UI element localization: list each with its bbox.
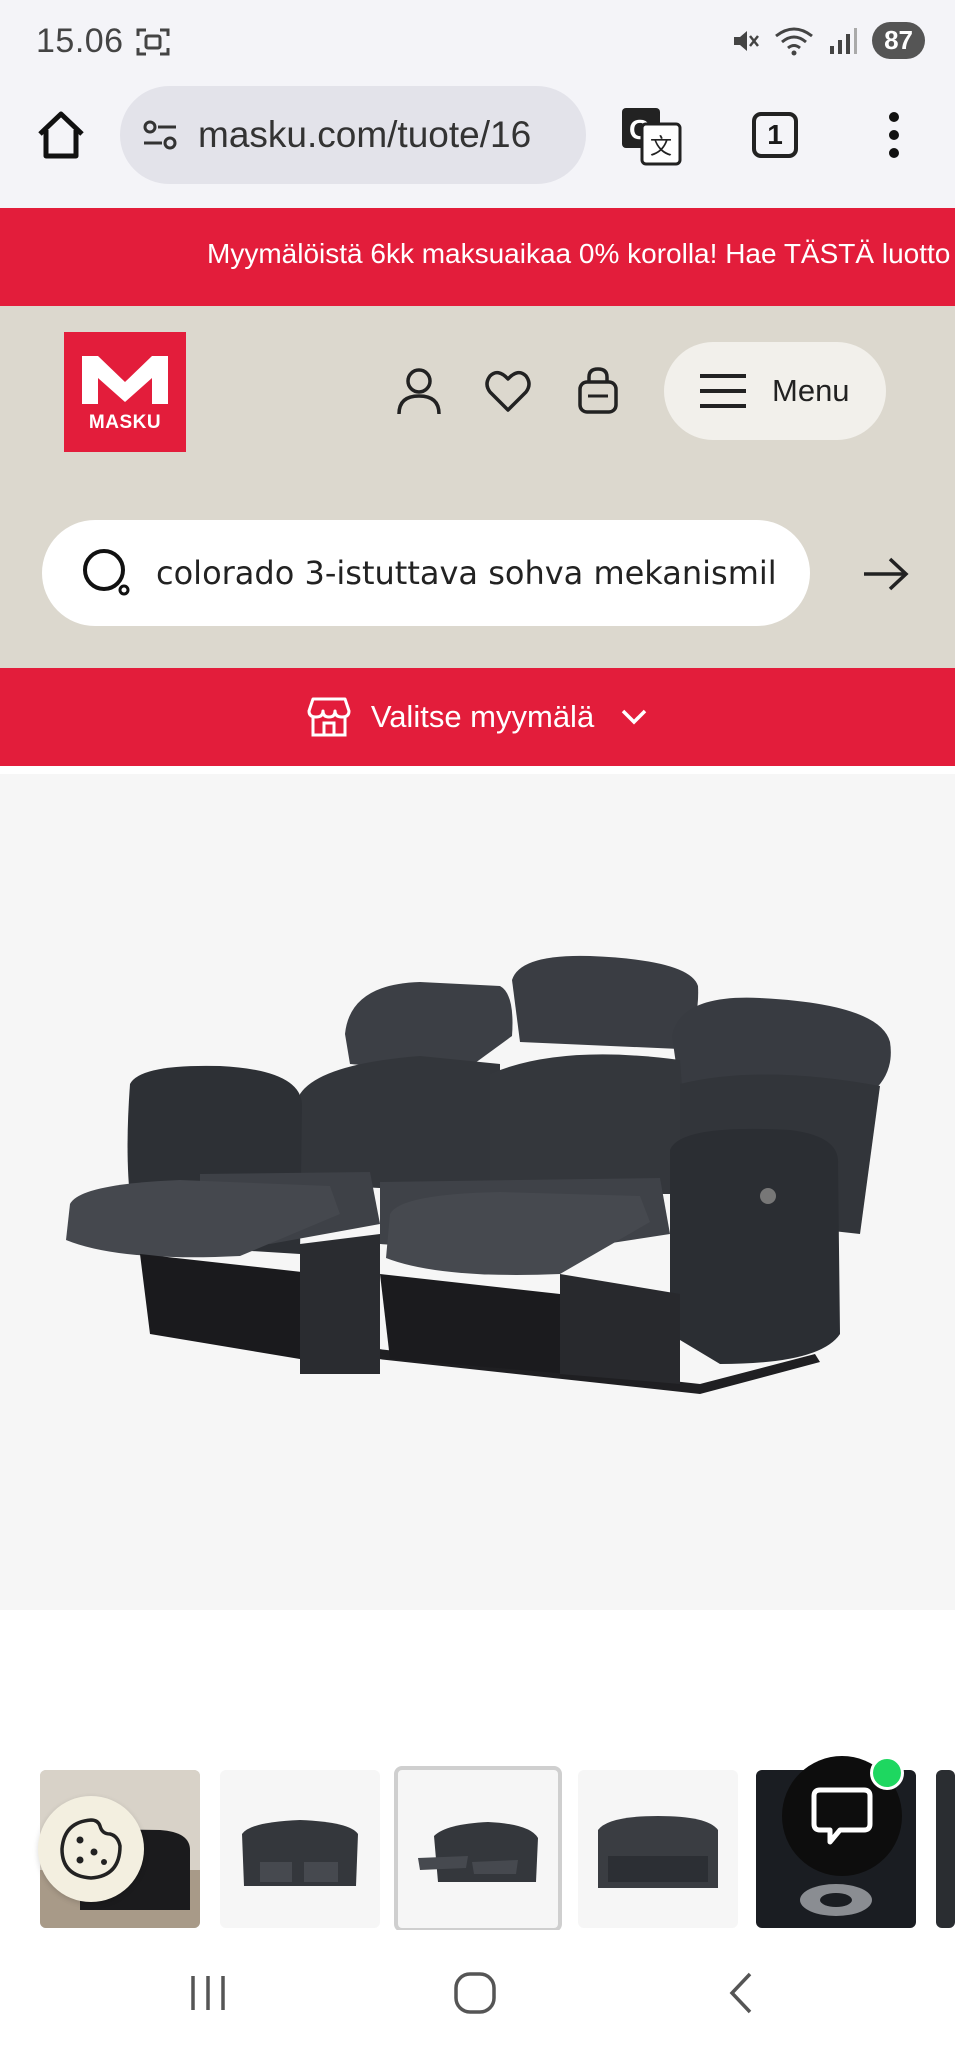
status-time: 15.06 — [36, 22, 124, 60]
recliner-sofa-image — [66, 955, 891, 1394]
svg-text:文: 文 — [650, 135, 672, 160]
thumbnail-image — [598, 1816, 718, 1888]
cookie-icon — [60, 1818, 122, 1880]
menu-button[interactable]: Menu — [664, 342, 886, 440]
chat-icon — [811, 1787, 873, 1845]
site-header: MASKU Menu — [0, 306, 955, 668]
screenshot-icon — [136, 28, 170, 56]
store-icon — [307, 697, 351, 737]
translate-icon[interactable]: G 文 — [620, 106, 682, 166]
search-input[interactable] — [156, 554, 810, 592]
search-icon — [83, 549, 130, 596]
cookie-settings-button[interactable] — [38, 1796, 144, 1902]
masku-logo[interactable]: MASKU — [64, 332, 186, 452]
heart-icon[interactable] — [484, 366, 532, 416]
search-box[interactable] — [42, 520, 810, 626]
thumbnail-6[interactable] — [936, 1770, 955, 1928]
hamburger-icon — [700, 374, 746, 408]
home-nav-icon[interactable] — [450, 1970, 500, 2016]
browser-toolbar: masku.com/tuote/16 G 文 1 — [0, 86, 955, 208]
back-icon[interactable] — [718, 1970, 768, 2016]
chevron-down-icon — [621, 709, 647, 725]
thumbnail-3-selected[interactable] — [394, 1766, 562, 1932]
online-status-dot — [870, 1756, 904, 1790]
url-text: masku.com/tuote/16 — [198, 114, 532, 155]
arrow-right-icon[interactable] — [862, 554, 910, 594]
logo-text: MASKU — [88, 412, 162, 433]
product-main-image[interactable] — [0, 774, 955, 1610]
status-bar: 15.06 87 — [0, 0, 955, 86]
cart-icon[interactable] — [574, 366, 622, 416]
signal-icon — [830, 27, 858, 54]
system-navigation-bar — [0, 1930, 955, 2048]
account-icon[interactable] — [395, 366, 443, 416]
thumbnail-2[interactable] — [220, 1770, 380, 1928]
promo-text: Myymälöistä 6kk maksuaikaa 0% korolla! H… — [207, 238, 951, 269]
address-bar[interactable]: masku.com/tuote/16 — [120, 86, 586, 184]
logo-mark — [82, 356, 168, 404]
menu-label: Menu — [772, 373, 850, 408]
wifi-icon — [775, 27, 813, 55]
thumbnail-image — [242, 1820, 358, 1886]
more-icon[interactable] — [884, 110, 904, 160]
store-selector[interactable]: Valitse myymälä — [0, 668, 955, 766]
thumbnail-image — [418, 1822, 538, 1882]
thumbnail-4[interactable] — [578, 1770, 738, 1928]
site-settings-icon[interactable] — [140, 115, 180, 155]
battery-level: 87 — [872, 22, 925, 59]
store-label: Valitse myymälä — [370, 699, 595, 734]
promo-banner[interactable]: Myymälöistä 6kk maksuaikaa 0% korolla! H… — [0, 208, 955, 306]
recent-apps-icon[interactable] — [183, 1970, 233, 2016]
mute-icon — [734, 30, 760, 51]
home-icon[interactable] — [34, 108, 88, 162]
tab-switcher-button[interactable]: 1 — [752, 112, 798, 158]
status-icons: 87 — [730, 22, 925, 59]
